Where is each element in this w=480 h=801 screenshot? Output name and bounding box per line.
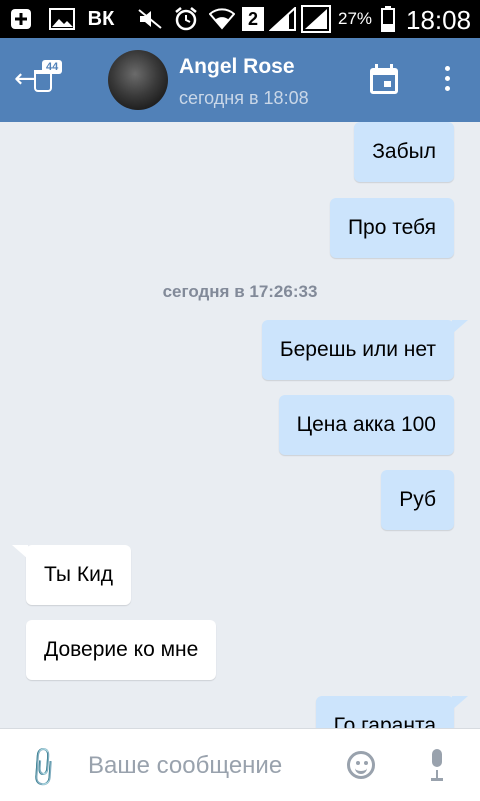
last-seen-status: сегодня в 18:08 — [179, 88, 309, 108]
battery-percent: 27% — [338, 9, 373, 28]
plus-box-icon — [8, 6, 34, 32]
message-bubble-outgoing[interactable]: Про тебя — [329, 198, 454, 258]
message-bubble-incoming[interactable]: Ты Кид — [26, 545, 132, 605]
signal-icon — [300, 5, 332, 33]
message-input[interactable] — [86, 743, 330, 789]
bubble-tail — [12, 545, 28, 559]
emoji-icon[interactable] — [347, 751, 375, 779]
message-bubble-outgoing[interactable]: Берешь или нет — [261, 320, 454, 380]
attach-icon[interactable]: 📎 — [19, 744, 67, 792]
status-bar: ВК 2 27% 18:08 — [0, 0, 480, 38]
calendar-icon[interactable] — [370, 64, 398, 94]
battery-icon — [380, 6, 396, 32]
alarm-icon — [172, 6, 200, 32]
more-vert-icon[interactable] — [437, 66, 457, 94]
contact-name[interactable]: Angel Rose — [179, 55, 295, 79]
message-list[interactable]: Забыл Про тебя сегодня в 17:26:33 Берешь… — [0, 122, 480, 728]
mic-icon[interactable] — [430, 749, 444, 783]
message-bubble-outgoing[interactable]: Забыл — [354, 122, 454, 182]
message-bubble-outgoing[interactable]: Цена акка 100 — [278, 395, 454, 455]
clock: 18:08 — [406, 5, 472, 35]
message-bubble-outgoing[interactable]: Го гаранта — [315, 696, 454, 728]
wifi-icon — [208, 6, 236, 32]
message-composer: 📎 — [0, 728, 480, 801]
bubble-tail — [452, 696, 468, 710]
mute-icon — [136, 6, 164, 32]
chat-header: ← 44 Angel Rose сегодня в 18:08 — [0, 38, 480, 122]
gallery-icon — [48, 6, 76, 32]
bubble-tail — [452, 320, 468, 334]
message-bubble-incoming[interactable]: Доверие ко мне — [26, 620, 217, 680]
signal-icon — [268, 6, 298, 32]
avatar[interactable] — [108, 50, 168, 110]
message-bubble-outgoing[interactable]: Руб — [381, 470, 454, 530]
back-button[interactable]: ← 44 — [14, 60, 70, 100]
date-separator: сегодня в 17:26:33 — [162, 282, 318, 301]
back-arrow-icon: ← — [14, 64, 36, 94]
network-type-icon: 2 — [242, 7, 264, 31]
unread-badge: 44 — [42, 60, 63, 74]
vk-icon: ВК — [87, 7, 115, 30]
